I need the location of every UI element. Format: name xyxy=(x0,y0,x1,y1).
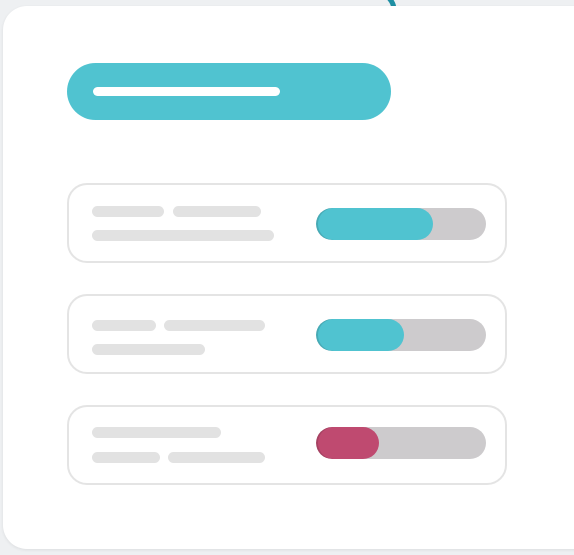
label-placeholder xyxy=(164,320,265,331)
progress-track xyxy=(316,319,486,351)
list-item[interactable] xyxy=(67,183,507,263)
progress-fill xyxy=(316,208,434,240)
list-item[interactable] xyxy=(67,405,507,485)
sublabel-placeholder xyxy=(92,452,160,463)
stage xyxy=(0,0,574,555)
label-placeholder xyxy=(173,206,261,217)
sublabel-placeholder xyxy=(92,344,205,355)
label-placeholder xyxy=(92,320,156,331)
list-item[interactable] xyxy=(67,294,507,374)
label-placeholder xyxy=(92,427,221,438)
sublabel-placeholder xyxy=(168,452,265,463)
progress-fill xyxy=(316,319,405,351)
progress-fill xyxy=(316,427,379,459)
header-title-placeholder xyxy=(93,87,280,96)
progress-track xyxy=(316,208,486,240)
progress-track xyxy=(316,427,486,459)
label-placeholder xyxy=(92,206,164,217)
sublabel-placeholder xyxy=(92,230,274,241)
